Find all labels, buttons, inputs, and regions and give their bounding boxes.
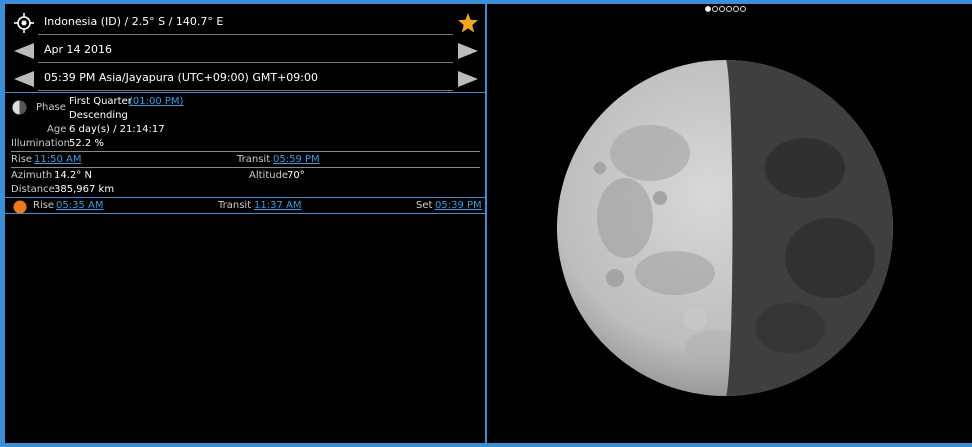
phase-trend: Descending bbox=[69, 110, 128, 121]
date-text: Apr 14 2016 bbox=[44, 43, 113, 56]
page-dot[interactable] bbox=[712, 6, 718, 12]
left-arrow-icon[interactable] bbox=[13, 41, 35, 61]
azimuth-label: Azimuth bbox=[11, 170, 53, 181]
phase-time-link[interactable]: (01:00 PM) bbox=[129, 96, 183, 107]
altitude-value: 70° bbox=[287, 170, 305, 181]
frame-bottom bbox=[0, 443, 972, 447]
sun-rise-time[interactable]: 05:35 AM bbox=[56, 200, 103, 211]
left-arrow-icon[interactable] bbox=[13, 69, 35, 89]
time-field[interactable]: 05:39 PM Asia/Jayapura (UTC+09:00) GMT+0… bbox=[38, 65, 453, 91]
time-row: 05:39 PM Asia/Jayapura (UTC+09:00) GMT+0… bbox=[5, 65, 485, 91]
info-panel: Indonesia (ID) / 2.5° S / 140.7° E Apr 1… bbox=[5, 4, 485, 443]
moon-rise-label: Rise bbox=[11, 154, 33, 165]
date-row: Apr 14 2016 bbox=[5, 37, 485, 63]
moon-rise-time[interactable]: 11:50 AM bbox=[34, 154, 81, 165]
sun-rise-label: Rise bbox=[33, 200, 55, 211]
star-icon[interactable] bbox=[457, 13, 479, 33]
moon-divider bbox=[11, 167, 480, 168]
right-arrow-icon[interactable] bbox=[457, 69, 479, 89]
location-text: Indonesia (ID) / 2.5° S / 140.7° E bbox=[44, 15, 224, 28]
phase-label: Phase bbox=[36, 102, 66, 113]
moon-transit-label: Transit bbox=[237, 154, 271, 165]
page-dot[interactable] bbox=[740, 6, 746, 12]
right-arrow-icon[interactable] bbox=[457, 41, 479, 61]
time-text: 05:39 PM Asia/Jayapura (UTC+09:00) GMT+0… bbox=[44, 71, 318, 84]
location-row: Indonesia (ID) / 2.5° S / 140.7° E bbox=[5, 9, 485, 35]
section-divider bbox=[5, 92, 485, 93]
distance-value: 385,967 km bbox=[54, 184, 115, 195]
page-dot[interactable] bbox=[705, 6, 711, 12]
illumination-label: Illumination bbox=[11, 138, 70, 149]
page-dot[interactable] bbox=[733, 6, 739, 12]
sun-transit-label: Transit bbox=[218, 200, 252, 211]
moon-image bbox=[557, 60, 893, 396]
age-value: 6 day(s) / 21:14:17 bbox=[69, 124, 165, 135]
distance-label: Distance bbox=[11, 184, 55, 195]
altitude-label: Altitude bbox=[249, 170, 289, 181]
moon-transit-time[interactable]: 05:59 PM bbox=[273, 154, 320, 165]
location-field[interactable]: Indonesia (ID) / 2.5° S / 140.7° E bbox=[38, 9, 453, 35]
moon-phase-icon bbox=[12, 100, 27, 115]
moon-view-panel bbox=[487, 4, 972, 443]
page-dot[interactable] bbox=[726, 6, 732, 12]
page-dot[interactable] bbox=[719, 6, 725, 12]
sun-transit-time[interactable]: 11:37 AM bbox=[254, 200, 301, 211]
section-divider bbox=[5, 213, 485, 214]
phase-name: First Quarter bbox=[69, 96, 132, 107]
crosshair-icon[interactable] bbox=[13, 13, 35, 33]
page-indicator[interactable] bbox=[705, 6, 746, 16]
age-label: Age bbox=[47, 124, 67, 135]
date-field[interactable]: Apr 14 2016 bbox=[38, 37, 453, 63]
azimuth-value: 14.2° N bbox=[54, 170, 92, 181]
sun-icon bbox=[13, 200, 27, 214]
moon-divider bbox=[11, 151, 480, 152]
illumination-value: 52.2 % bbox=[69, 138, 104, 149]
sun-set-time[interactable]: 05:39 PM bbox=[435, 200, 482, 211]
sun-set-label: Set bbox=[416, 200, 433, 211]
section-divider bbox=[5, 197, 485, 198]
